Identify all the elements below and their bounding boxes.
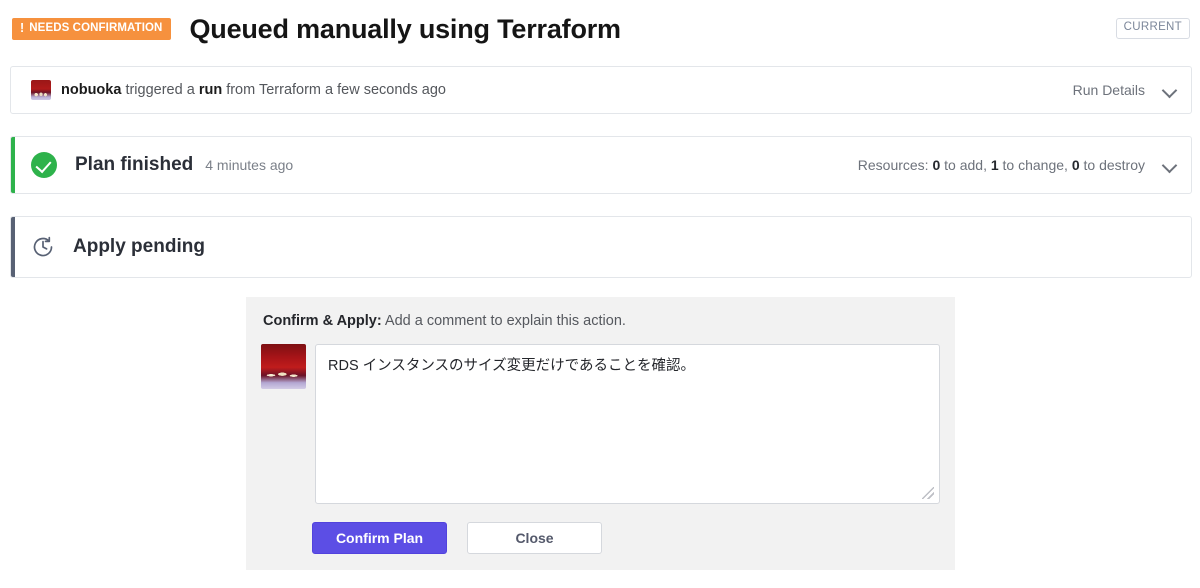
page-header: ! NEEDS CONFIRMATION Queued manually usi… <box>0 0 1200 58</box>
resources-change-count: 1 <box>991 157 999 173</box>
run-page: ! NEEDS CONFIRMATION Queued manually usi… <box>0 0 1200 588</box>
avatar <box>261 344 306 389</box>
page-title: Queued manually using Terraform <box>189 14 620 45</box>
plan-finished-content: Plan finished 4 minutes ago Resources: 0… <box>15 137 1191 193</box>
close-button[interactable]: Close <box>467 522 602 554</box>
status-badge-label: NEEDS CONFIRMATION <box>29 23 162 35</box>
confirm-apply-heading: Confirm & Apply: Add a comment to explai… <box>263 313 626 329</box>
run-text-before: triggered a <box>121 82 198 98</box>
run-triggered-content: nobuoka triggered a run from Terraform a… <box>15 67 1191 113</box>
plan-resources-toggle[interactable]: Resources: 0 to add, 1 to change, 0 to d… <box>858 157 1177 173</box>
run-user-name: nobuoka <box>61 82 121 98</box>
run-text-after: from Terraform a few seconds ago <box>222 82 446 98</box>
plan-finished-timestamp: 4 minutes ago <box>205 157 293 173</box>
plan-finished-card[interactable]: Plan finished 4 minutes ago Resources: 0… <box>10 136 1192 194</box>
resources-destroy-text: to destroy <box>1080 157 1145 173</box>
run-action: run <box>199 82 222 98</box>
confirm-plan-button[interactable]: Confirm Plan <box>312 522 447 554</box>
plan-resources-summary: Resources: 0 to add, 1 to change, 0 to d… <box>858 157 1145 173</box>
status-badge: ! NEEDS CONFIRMATION <box>12 18 171 40</box>
exclamation-icon: ! <box>20 22 24 35</box>
run-triggered-text: nobuoka triggered a run from Terraform a… <box>61 82 446 98</box>
comment-input[interactable] <box>315 344 940 504</box>
confirm-apply-heading-bold: Confirm & Apply: <box>263 313 382 329</box>
resources-add-text: to add, <box>940 157 991 173</box>
avatar <box>31 80 51 100</box>
apply-pending-card[interactable]: Apply pending <box>10 216 1192 278</box>
confirm-apply-heading-rest: Add a comment to explain this action. <box>382 313 626 329</box>
check-circle-icon <box>31 152 57 178</box>
chevron-down-icon[interactable] <box>1163 158 1177 172</box>
chevron-down-icon[interactable] <box>1163 83 1177 97</box>
resources-label: Resources: <box>858 157 929 173</box>
apply-pending-title: Apply pending <box>73 236 205 258</box>
apply-pending-content: Apply pending <box>15 217 1191 277</box>
resources-destroy-count: 0 <box>1072 157 1080 173</box>
run-details-label: Run Details <box>1073 82 1145 98</box>
clock-pending-icon <box>31 235 55 259</box>
run-details-toggle[interactable]: Run Details <box>1073 82 1177 98</box>
plan-finished-title: Plan finished <box>75 154 193 176</box>
confirm-apply-actions: Confirm Plan Close <box>312 522 602 554</box>
confirm-apply-panel: Confirm & Apply: Add a comment to explai… <box>246 297 955 570</box>
run-triggered-card[interactable]: nobuoka triggered a run from Terraform a… <box>10 66 1192 114</box>
resources-change-text: to change, <box>999 157 1072 173</box>
current-badge: CURRENT <box>1116 18 1190 39</box>
